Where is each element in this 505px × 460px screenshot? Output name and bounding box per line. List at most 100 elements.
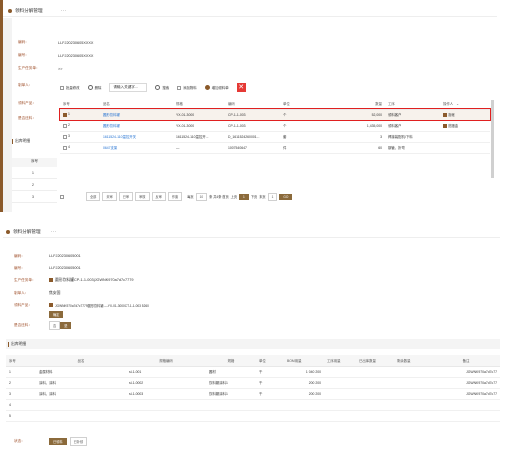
row-name-link[interactable]: 圆形饮料罐 [100,109,173,121]
filter-unreviewed[interactable]: 未审 [102,192,117,201]
table-row[interactable]: 4 [6,399,500,411]
row-code: CP-1-1-003 [225,120,280,132]
table-row[interactable]: 5 [6,410,500,422]
search-input[interactable]: 请输入关键字... [109,83,148,92]
row-name-link[interactable]: 1611524-110温控开关 [100,131,173,143]
code-value: LLFJ20230605XXXX [58,40,94,45]
row-checkbox[interactable] [63,123,67,128]
field-label-product: 领料产品： [18,101,36,105]
task-checkbox[interactable] [49,278,53,282]
row-name-link[interactable]: 0647支架 [100,142,173,154]
sub-row: 2 [12,179,57,191]
row-qty: 60 [335,142,385,154]
table-scrollbar[interactable] [491,100,494,178]
tab-dot-icon [8,8,12,13]
add-order-button[interactable]: 增加领料单 [204,85,229,90]
product-confirm-button[interactable]: 确定 [49,311,64,318]
row-qty: 52,000 [335,109,385,121]
filter-review[interactable]: 审核 [135,192,150,201]
field-label-product: 领料产品： [14,302,32,307]
table-row[interactable]: 1 金属材料 sl-1-001 圆材 千 1 040 200 JGWNK970a… [6,366,500,378]
sub-table-header: 序号 [12,158,57,167]
add-material-button[interactable]: 添加物料 [177,85,197,90]
col-unit: 单位 [256,355,284,367]
close-icon[interactable]: ✕ [236,83,246,92]
field-label-task: 生产任务单： [18,66,40,70]
row-proc: 领料客户 [385,120,440,132]
col-name: 品名 [36,355,126,367]
col-left: 剩余数量 [394,355,432,367]
row-proc: 领料客户 [385,109,440,121]
last-page-link[interactable]: 末页 [259,194,265,199]
go-button[interactable]: GO [279,193,293,200]
row-op: 范腊金 [447,123,459,128]
col-code: 编码 [225,98,280,110]
left-sidebar [3,18,12,212]
table-row[interactable]: 3 涂料、涂料 sl-1-0003 饮料罐涂料1 千 200 200 JGWNK… [6,388,500,400]
row-name-link[interactable]: 圆形饮料罐 [100,120,173,132]
tab-title[interactable]: 领料分解管理 [15,8,43,14]
col-qty: 数量 [335,98,385,110]
creator-value: 焦安国 [49,290,61,295]
row-qty: 1,435,000 [335,120,385,132]
col-operator: 操作人 [443,101,454,106]
search-button[interactable]: 搜索 [155,85,169,90]
filter-void[interactable]: 作废 [167,192,183,201]
col-no: 序号 [6,355,36,367]
op-checkbox[interactable] [443,124,447,129]
batch-edit-button[interactable]: 批量修改 [60,85,80,90]
number-value: LLFJ20230605001 [49,266,81,270]
table-row[interactable]: 3 1611524-110温控开关 1611524-110温控开... D_16… [60,131,490,143]
table-row[interactable]: 4 0647支架 — 1007540647 件 60 钢管、折弯 [60,142,490,154]
col-proc: 工序用量 [324,355,356,367]
table-row[interactable]: 2 圆形饮料罐 YX-01-3000 CP-1-1-003 个 1,435,00… [60,120,490,132]
status-supplement-option[interactable]: 已补领 [69,436,88,446]
row-unit: 个 [280,109,335,121]
field-label-task: 生产任务单： [14,277,36,282]
op-checkbox[interactable] [443,113,447,118]
number-value: LLFJ20230605XXXX [58,53,94,58]
product-value[interactable]: JGWNK970a7d7c7779圆形饮料罐----YX-01-3000CT-1… [55,303,149,308]
table-row[interactable]: 2 涂料、涂料 sl-1-0002 饮料罐涂料1 千 200 200 JGWNK… [6,377,500,389]
pager: 全部 未审 已审 审核 反审 作废 每页 10 条 共4条 首页 上页 1 下页… [60,192,360,201]
prev-page-link[interactable]: 上页 [231,194,237,199]
filter-all[interactable]: 全部 [86,192,101,201]
tab-more-icon[interactable]: ··· [51,229,58,235]
field-label-number: 编号： [14,265,25,270]
page-size-select[interactable]: 10 [195,192,208,201]
table-row[interactable]: 1 圆形饮料罐 YX-01-3000 CP-1-1-003 个 52,000 领… [59,108,491,121]
task-link[interactable]: >> [58,67,62,71]
tab-title[interactable]: 领料分解管理 [13,229,41,235]
bottom-panel: 领料分解管理 ··· 编码： LLFJ20230605001 编号： LLFJ2… [0,222,505,460]
row-code: D_1611524260001... [225,131,280,143]
select-all-checkbox[interactable] [60,194,64,199]
current-page[interactable]: 1 [239,193,249,200]
filter-reviewed[interactable]: 已审 [118,192,134,201]
delete-button[interactable]: 删除 [87,85,101,90]
row-checkbox[interactable] [63,145,67,150]
table-header-row: 序号 品名 规格编码 规格 单位 BOM用量 工序用量 已出库数量 剩余数量 备… [6,355,500,367]
doc-icon [177,85,182,90]
row-spec: YX-01-3000 [173,120,225,132]
page-size-label: 每页 [187,195,194,199]
field-values: LLFJ20230605XXXX LLFJ20230605XXXX >> [58,36,258,75]
tab-bar: 领料分解管理 ··· [3,5,497,17]
row-checkbox[interactable] [63,112,67,117]
status-row: 状态： 已领料 已补领 [14,436,214,446]
chevron-down-icon[interactable]: ⌄ [456,102,459,106]
sub-row: 1 [12,167,57,179]
section-marker [8,341,9,347]
return-no-option[interactable]: 否 [49,320,61,330]
field-label-return: 是否还料： [18,116,36,120]
goto-page-input[interactable]: 1 [267,192,278,201]
next-page-link[interactable]: 下页 [251,194,257,199]
search-icon [155,85,161,90]
task-value[interactable]: 圆形饮料罐CP-1-1-003|JGWNK970a7d7c7779 [55,278,133,283]
filter-unreview[interactable]: 反审 [151,192,166,201]
tab-more-icon[interactable]: ··· [61,8,68,14]
return-yes-option[interactable]: 是 [60,321,72,329]
row-checkbox[interactable] [63,134,67,139]
table-header-row: 序号 品名 规格 编码 单位 数量 工序 操作人 ⌄ [60,98,490,110]
status-received-option[interactable]: 已领料 [49,437,67,445]
product-checkbox[interactable] [49,303,53,307]
